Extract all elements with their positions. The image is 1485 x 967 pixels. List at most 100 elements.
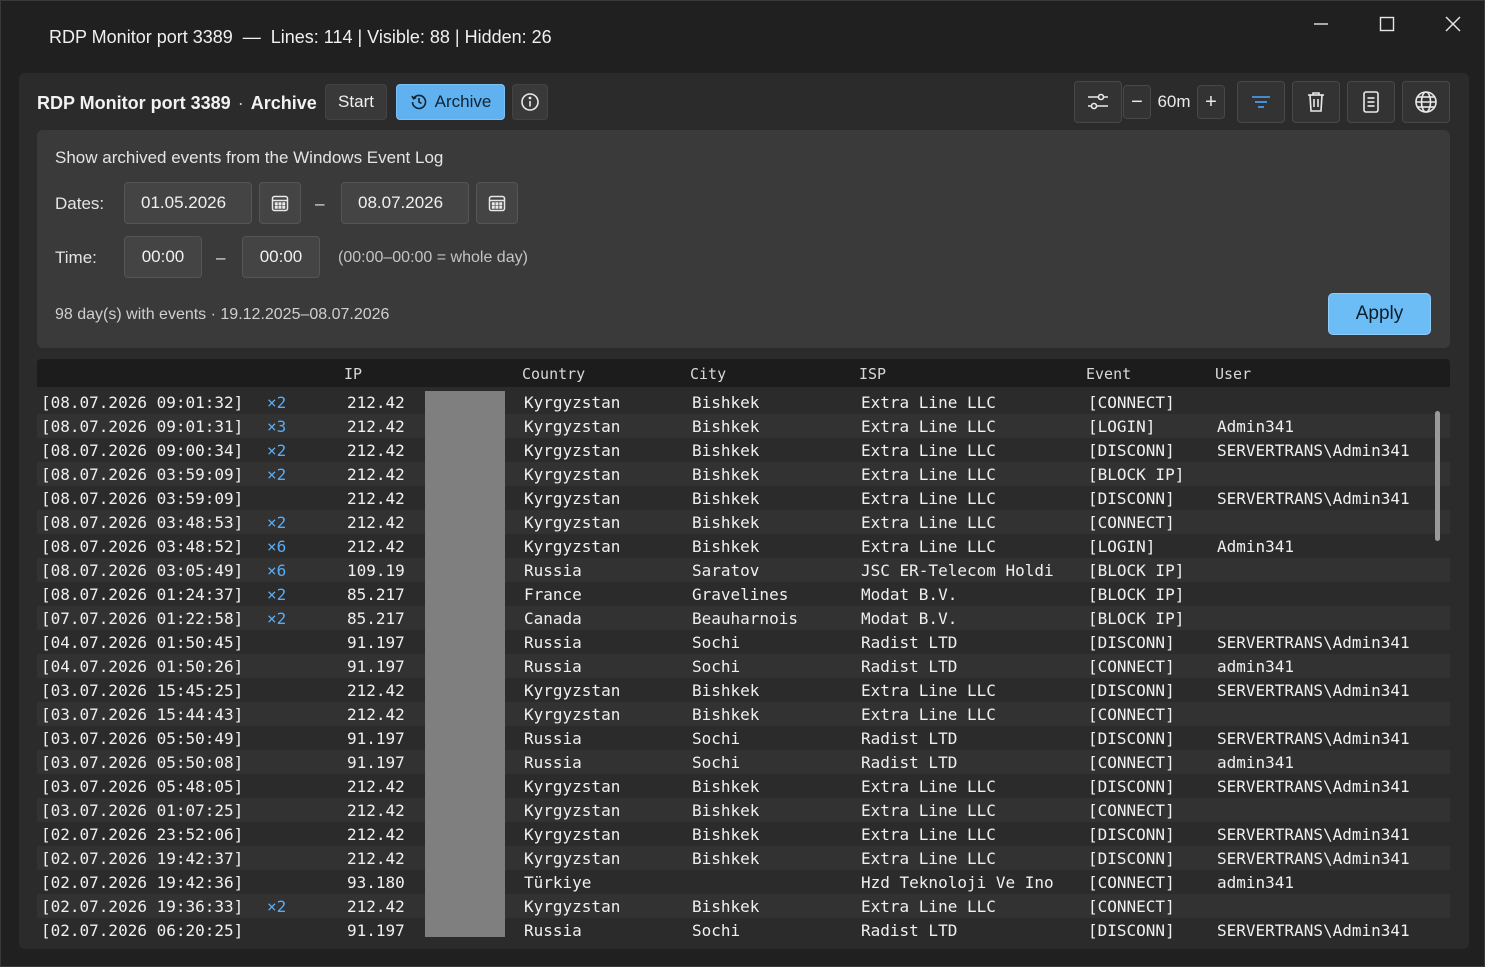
interval-increase-button[interactable]: + [1197,85,1225,119]
row-multiplier: ×6 [267,561,287,580]
column-header-city[interactable]: City [690,365,726,383]
row-user: Admin341 [1217,537,1295,556]
row-ip: 93.180 [347,873,405,892]
row-event: [CONNECT] [1088,801,1175,820]
row-country: Kyrgyzstan [524,465,621,484]
delete-button[interactable] [1292,81,1340,123]
row-timestamp: [03.07.2026 01:07:25] [41,801,244,820]
archive-button[interactable]: Archive [396,84,505,120]
interval-decrease-button[interactable]: − [1123,85,1151,119]
table-header: IP Country City ISP Event User [37,359,1450,387]
table-row[interactable]: [03.07.2026 05:50:08] 91.197 Russia Sochi Ra… [37,750,1450,774]
row-timestamp: [08.07.2026 09:01:31] [41,417,244,436]
row-timestamp: [03.07.2026 15:45:25] [41,681,244,700]
table-row[interactable]: [02.07.2026 19:36:33] ×2 212.42 Kyrgyzstan B… [37,894,1450,918]
row-ip: 212.42 [347,441,405,460]
column-header-user[interactable]: User [1215,365,1251,383]
table-row[interactable]: [08.07.2026 03:48:52] ×6 212.42 Kyrgyzstan B… [37,534,1450,558]
table-row[interactable]: [08.07.2026 03:05:49] ×6 109.19 Russia Sarat… [37,558,1450,582]
row-multiplier: ×2 [267,585,287,604]
row-country: Canada [524,609,582,628]
column-header-event[interactable]: Event [1086,365,1131,383]
row-timestamp: [04.07.2026 01:50:26] [41,657,244,676]
row-city: Bishkek [692,849,760,868]
table-row[interactable]: [04.07.2026 01:50:26] 91.197 Russia Sochi Ra… [37,654,1450,678]
table-row[interactable]: [08.07.2026 03:59:09] ×2 212.42 Kyrgyzstan B… [37,462,1450,486]
table-row[interactable]: [08.07.2026 01:24:37] ×2 85.217 France Grave… [37,582,1450,606]
row-isp: Extra Line LLC [861,465,996,484]
row-isp: JSC ER-Telecom Holdi [861,561,1054,580]
table-row[interactable]: [03.07.2026 15:44:43] 212.42 Kyrgyzstan Bis… [37,702,1450,726]
interval-value: 60m [1157,92,1191,111]
info-button[interactable] [512,84,548,120]
row-isp: Extra Line LLC [861,489,996,508]
table-row[interactable]: [07.07.2026 01:22:58] ×2 85.217 Canada Beauh… [37,606,1450,630]
row-timestamp: [08.07.2026 01:24:37] [41,585,244,604]
title-separator: · [237,93,244,113]
minimize-button[interactable] [1289,1,1353,47]
row-timestamp: [08.07.2026 03:59:09] [41,489,244,508]
table-row[interactable]: [04.07.2026 01:50:45] 91.197 Russia Sochi Ra… [37,630,1450,654]
row-isp: Radist LTD [861,729,958,748]
filter-button[interactable] [1237,81,1285,123]
column-header-isp[interactable]: ISP [859,365,886,383]
table-row[interactable]: [03.07.2026 05:48:05] 212.42 Kyrgyzstan Bis… [37,774,1450,798]
row-country: Kyrgyzstan [524,513,621,532]
table-row[interactable]: [08.07.2026 09:01:32] ×2 212.42 Kyrgyzstan B… [37,390,1450,414]
date-from-field[interactable]: 01.05.2026 [124,182,252,224]
settings-button[interactable] [1074,81,1122,123]
row-country: Kyrgyzstan [524,417,621,436]
row-event: [DISCONN] [1088,825,1175,844]
row-isp: Extra Line LLC [861,513,996,532]
time-to-field[interactable]: 00:00 [242,236,320,278]
date-to-field[interactable]: 08.07.2026 [341,182,469,224]
table-row[interactable]: [02.07.2026 19:42:37] 212.42 Kyrgyzstan Bis… [37,846,1450,870]
table-row[interactable]: [03.07.2026 05:50:49] 91.197 Russia Sochi Ra… [37,726,1450,750]
row-ip: 212.42 [347,537,405,556]
main-panel: RDP Monitor port 3389 · Archive Start Arch… [19,73,1469,949]
row-country: Russia [524,561,582,580]
maximize-button[interactable] [1355,1,1419,47]
row-event: [BLOCK IP] [1088,465,1185,484]
globe-icon [1415,91,1437,113]
row-event: [DISCONN] [1088,921,1175,939]
row-event: [DISCONN] [1088,729,1175,748]
table-row[interactable]: [08.07.2026 09:01:31] ×3 212.42 Kyrgyzstan B… [37,414,1450,438]
apply-button[interactable]: Apply [1328,293,1431,335]
archive-button-label: Archive [434,92,492,111]
row-timestamp: [03.07.2026 05:48:05] [41,777,244,796]
geo-button[interactable] [1402,81,1450,123]
row-user: SERVERTRANS\Admin341 [1217,825,1410,844]
row-event: [CONNECT] [1088,393,1175,412]
row-country: Kyrgyzstan [524,441,621,460]
table-row[interactable]: [08.07.2026 03:48:53] ×2 212.42 Kyrgyzstan B… [37,510,1450,534]
row-user: SERVERTRANS\Admin341 [1217,777,1410,796]
table-row[interactable]: [03.07.2026 15:45:25] 212.42 Kyrgyzstan Bis… [37,678,1450,702]
table-row[interactable]: [08.07.2026 03:59:09] 212.42 Kyrgyzstan Bis… [37,486,1450,510]
row-country: Kyrgyzstan [524,393,621,412]
row-event: [CONNECT] [1088,705,1175,724]
row-ip: 85.217 [347,609,405,628]
table-row[interactable]: [08.07.2026 09:00:34] ×2 212.42 Kyrgyzstan B… [37,438,1450,462]
row-isp: Extra Line LLC [861,897,996,916]
row-isp: Radist LTD [861,633,958,652]
date-to-calendar-button[interactable] [476,182,518,224]
close-button[interactable] [1421,1,1485,47]
table-row[interactable]: [03.07.2026 01:07:25] 212.42 Kyrgyzstan Bis… [37,798,1450,822]
table-row[interactable]: [02.07.2026 23:52:06] 212.42 Kyrgyzstan Bis… [37,822,1450,846]
log-button[interactable] [1347,81,1395,123]
minimize-icon [1314,23,1328,25]
time-from-field[interactable]: 00:00 [124,236,202,278]
row-country: Kyrgyzstan [524,897,621,916]
table-row[interactable]: [02.07.2026 19:42:36] 93.180 Türkiye Hzd Te… [37,870,1450,894]
table-row[interactable]: [02.07.2026 06:20:25] 91.197 Russia Sochi Ra… [37,918,1450,939]
column-header-country[interactable]: Country [522,365,585,383]
table-scrollbar[interactable] [1435,411,1440,541]
date-from-calendar-button[interactable] [259,182,301,224]
maximize-icon [1379,16,1395,32]
start-button[interactable]: Start [325,84,387,120]
row-isp: Extra Line LLC [861,825,996,844]
row-country: Russia [524,633,582,652]
row-city: Sochi [692,921,741,939]
column-header-ip[interactable]: IP [344,365,362,383]
